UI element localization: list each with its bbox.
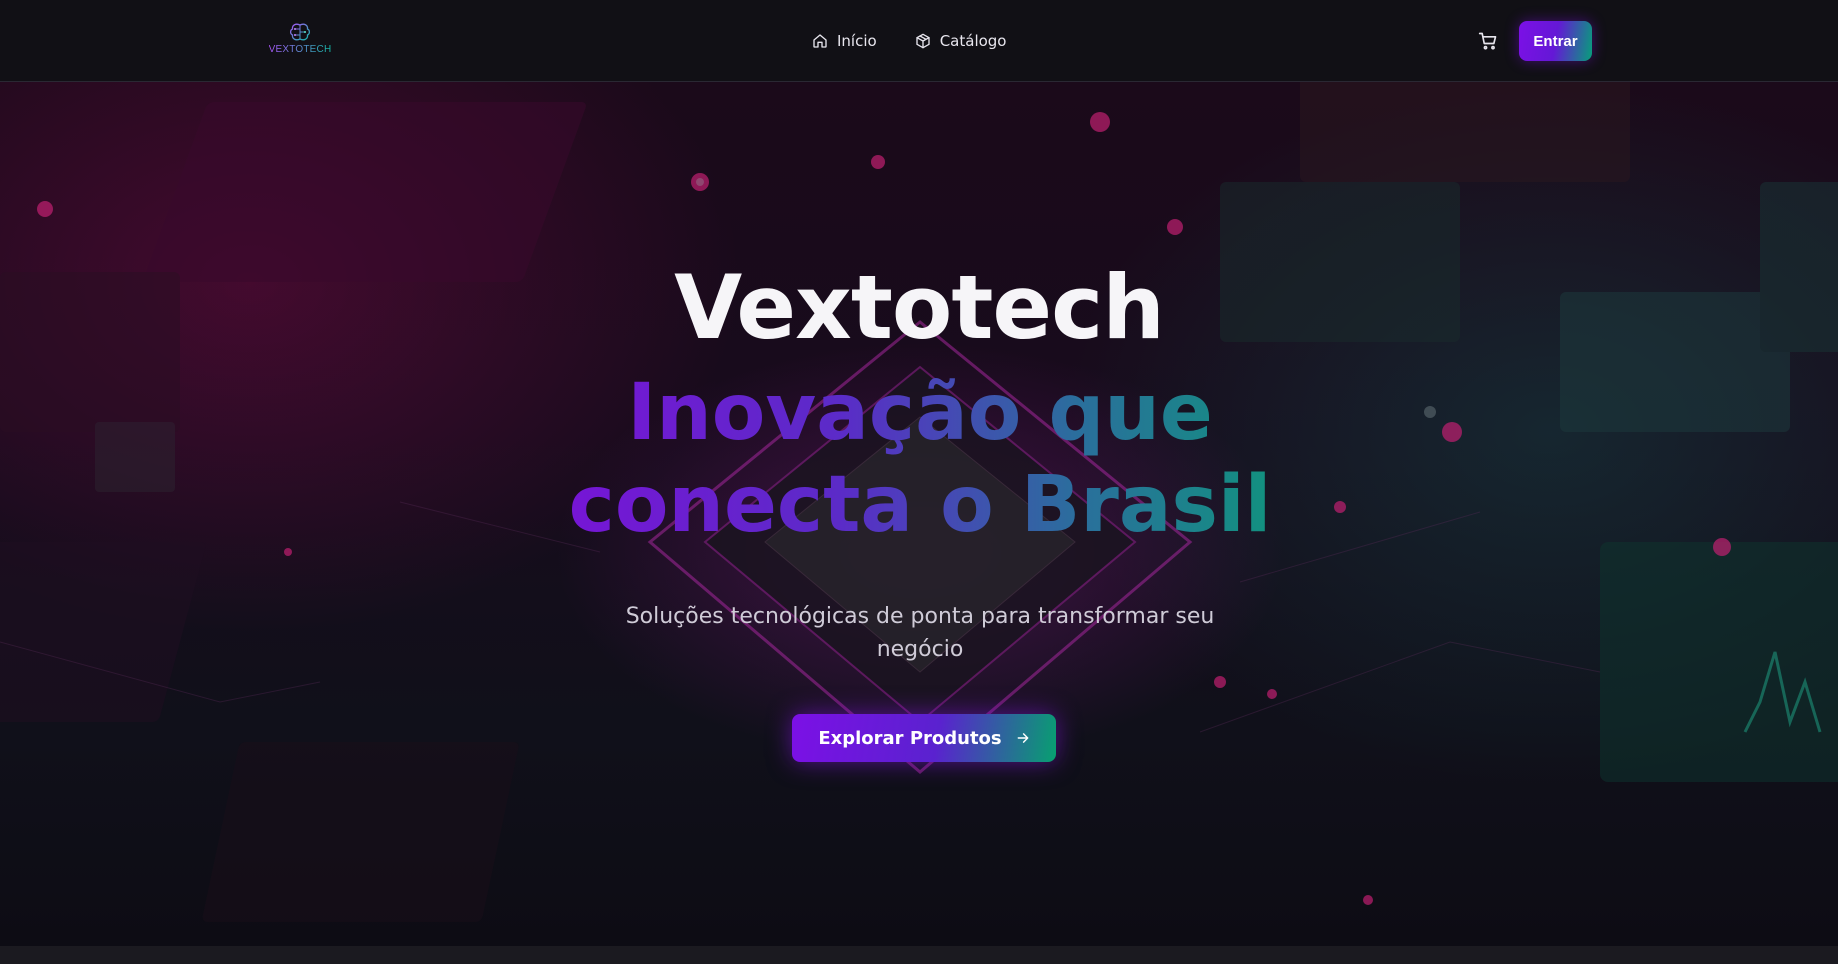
cart-icon[interactable] — [1478, 31, 1498, 51]
main-nav: Início Catálogo — [812, 28, 1007, 54]
hero-subtitle-line2: negócio — [876, 637, 964, 662]
hero-subtitle: Soluções tecnológicas de ponta para tran… — [600, 600, 1240, 666]
brand-logo[interactable]: VEXTOTECH — [268, 22, 332, 60]
nav-item-label: Início — [837, 32, 877, 50]
nav-item-label: Catálogo — [939, 32, 1007, 50]
brand-logo-text: VEXTOTECH — [268, 44, 332, 55]
top-navbar: VEXTOTECH Início Catálogo Entrar — [0, 0, 1838, 82]
home-icon — [813, 34, 827, 48]
login-button[interactable]: Entrar — [1519, 21, 1592, 61]
hero-title: Vextotech — [674, 256, 1165, 359]
hero-tagline: Inovação que conecta o Brasil — [520, 367, 1320, 551]
hero-section: Vextotech Inovação que conecta o Brasil … — [0, 82, 1838, 946]
nav-item-inicio[interactable]: Início — [812, 32, 877, 50]
circuit-brain-icon — [289, 23, 311, 41]
nav-item-catalogo[interactable]: Catálogo — [915, 32, 1007, 50]
hero-tagline-line1: Inovação que — [627, 368, 1213, 458]
hero-subtitle-line1: Soluções tecnológicas de ponta para tran… — [625, 604, 1215, 629]
explore-products-button[interactable]: Explorar Produtos — [792, 714, 1056, 762]
arrow-right-icon — [1017, 733, 1029, 743]
box-icon — [916, 33, 930, 49]
page-bottom-divider — [0, 946, 1838, 964]
hero-tagline-line2: conecta o Brasil — [568, 460, 1272, 550]
explore-products-label: Explorar Produtos — [818, 727, 1002, 749]
